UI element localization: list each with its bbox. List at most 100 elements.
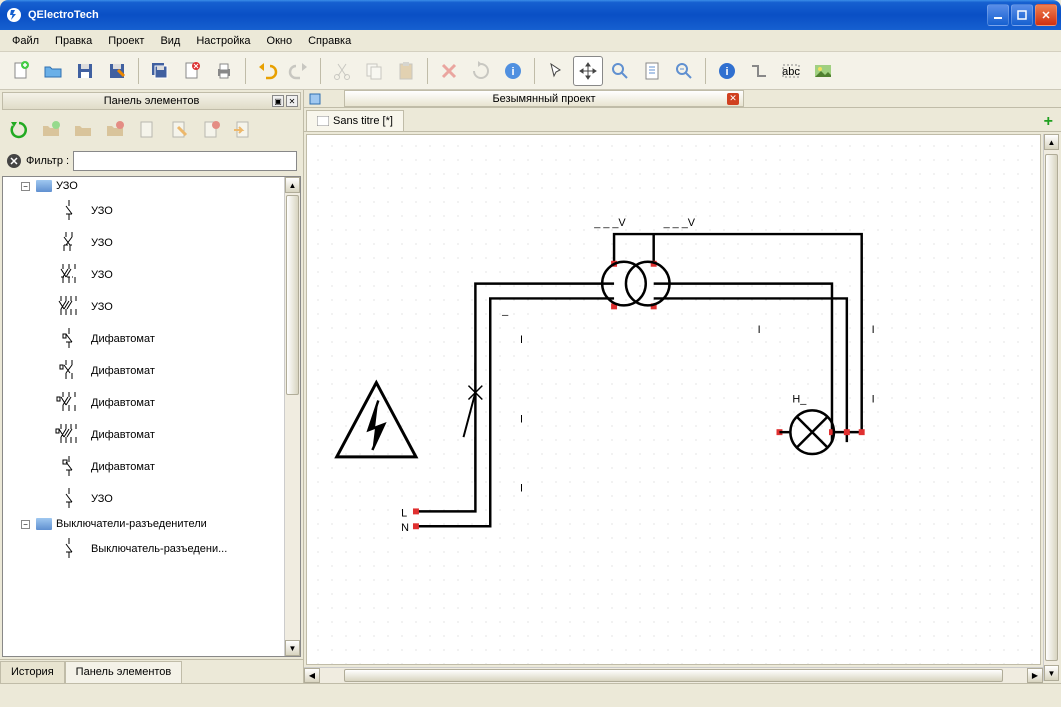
project-tab[interactable]: Безымянный проект ✕ [344,90,744,107]
image-button[interactable] [808,56,838,86]
print-button[interactable] [209,56,239,86]
filter-row: Фильтр : [0,148,303,174]
tree-folder[interactable]: − УЗО [3,177,284,195]
tree-item[interactable]: Дифавтомат [3,323,284,355]
copy-button[interactable] [359,56,389,86]
redo-button[interactable] [284,56,314,86]
move-tool[interactable] [573,56,603,86]
tree-item[interactable]: УЗО [3,291,284,323]
info-button[interactable]: i [498,56,528,86]
menu-file[interactable]: Файл [4,33,47,49]
menu-project[interactable]: Проект [100,33,152,49]
scroll-right-button[interactable]: ▶ [1027,668,1043,683]
window-title: QElectroTech [28,9,99,21]
filter-input[interactable] [73,151,297,171]
h-scroll-thumb[interactable] [344,669,1003,682]
v-scroll-thumb[interactable] [1045,154,1058,661]
label-l: L [401,507,407,519]
schematic-canvas[interactable]: ItemId [306,134,1041,665]
tree-item[interactable]: УЗО [3,227,284,259]
menu-settings[interactable]: Настройка [188,33,258,49]
tree-item[interactable]: УЗО [3,195,284,227]
maximize-button[interactable] [1011,4,1033,26]
close-button[interactable] [1035,4,1057,26]
tree-item[interactable]: Дифавтомат [3,355,284,387]
clear-filter-icon[interactable] [6,153,22,169]
tab-history[interactable]: История [0,661,65,683]
edit-element-button[interactable] [164,115,194,145]
svg-text:I: I [520,483,523,495]
tree-item-label: Дифавтомат [91,365,155,377]
paste-button[interactable] [391,56,421,86]
tree-scrollbar[interactable]: ▲ ▼ [284,177,300,656]
new-doc-button[interactable] [6,56,36,86]
tree-item[interactable]: Дифавтомат [3,419,284,451]
sheet-tabs: Sans titre [*] + [304,108,1061,132]
svg-text:I: I [872,324,875,336]
filter-label: Фильтр : [26,155,69,167]
collapse-icon[interactable]: − [21,520,30,529]
svg-text:i: i [511,66,514,78]
menu-view[interactable]: Вид [152,33,188,49]
tree-folder[interactable]: − Выключатели-разъеденители [3,515,284,533]
delete-element-button[interactable] [196,115,226,145]
label-v1: _ _ _V [593,217,626,229]
svg-text:I: I [872,393,875,405]
scroll-down-button[interactable]: ▼ [285,640,300,656]
zoom-tool[interactable] [605,56,635,86]
menubar: Файл Правка Проект Вид Настройка Окно Сп… [0,30,1061,52]
zoom-fit-button[interactable] [669,56,699,86]
statusbar [0,683,1061,705]
page-tool[interactable] [637,56,667,86]
import-element-button[interactable] [228,115,258,145]
scroll-up-button[interactable]: ▲ [285,177,300,193]
reload-button[interactable] [4,115,34,145]
scroll-left-button[interactable]: ◀ [304,668,320,683]
add-sheet-button[interactable]: + [1040,113,1057,131]
tree-item[interactable]: Дифавтомат [3,387,284,419]
save-all-button[interactable] [145,56,175,86]
tree-item-label: УЗО [91,205,113,217]
pointer-tool[interactable] [541,56,571,86]
undo-button[interactable] [252,56,282,86]
save-button[interactable] [70,56,100,86]
svg-text:abc: abc [782,66,800,78]
tree-item[interactable]: УЗО [3,483,284,515]
rotate-button[interactable] [466,56,496,86]
scroll-up-button[interactable]: ▲ [1044,134,1059,150]
scroll-down-button[interactable]: ▼ [1044,665,1059,681]
text-button[interactable]: abc [776,56,806,86]
tab-elements[interactable]: Панель элементов [65,661,183,683]
minimize-button[interactable] [987,4,1009,26]
delete-button[interactable] [434,56,464,86]
tree-item[interactable]: УЗО [3,259,284,291]
delete-category-button[interactable] [100,115,130,145]
tree-item[interactable]: Выключатель-разъедени... [3,533,284,565]
save-as-button[interactable] [102,56,132,86]
menu-window[interactable]: Окно [259,33,301,49]
new-category-button[interactable] [36,115,66,145]
open-button[interactable] [38,56,68,86]
schematic-drawing: ItemId [307,135,1040,650]
scroll-thumb[interactable] [286,195,299,395]
horizontal-scrollbar[interactable]: ◀ ▶ [304,667,1043,683]
edit-category-button[interactable] [68,115,98,145]
menu-edit[interactable]: Правка [47,33,100,49]
conductor-button[interactable] [744,56,774,86]
sheet-tab[interactable]: Sans titre [*] [306,110,404,131]
new-element-button[interactable] [132,115,162,145]
close-tab-button[interactable]: ✕ [727,93,739,105]
panel-close-button[interactable]: ✕ [286,95,298,107]
panel-float-button[interactable]: ▣ [272,95,284,107]
vertical-scrollbar[interactable]: ▲ ▼ [1043,134,1059,681]
panel-header: Панель элементов ▣ ✕ [2,92,301,110]
window-titlebar: QElectroTech [0,0,1061,30]
about-button[interactable]: i [712,56,742,86]
sheet-tab-label: Sans titre [*] [333,115,393,127]
tree-item[interactable]: Дифавтомат [3,451,284,483]
collapse-icon[interactable]: − [21,182,30,191]
cut-button[interactable] [327,56,357,86]
menu-help[interactable]: Справка [300,33,359,49]
svg-text:I: I [758,324,761,336]
close-doc-button[interactable] [177,56,207,86]
